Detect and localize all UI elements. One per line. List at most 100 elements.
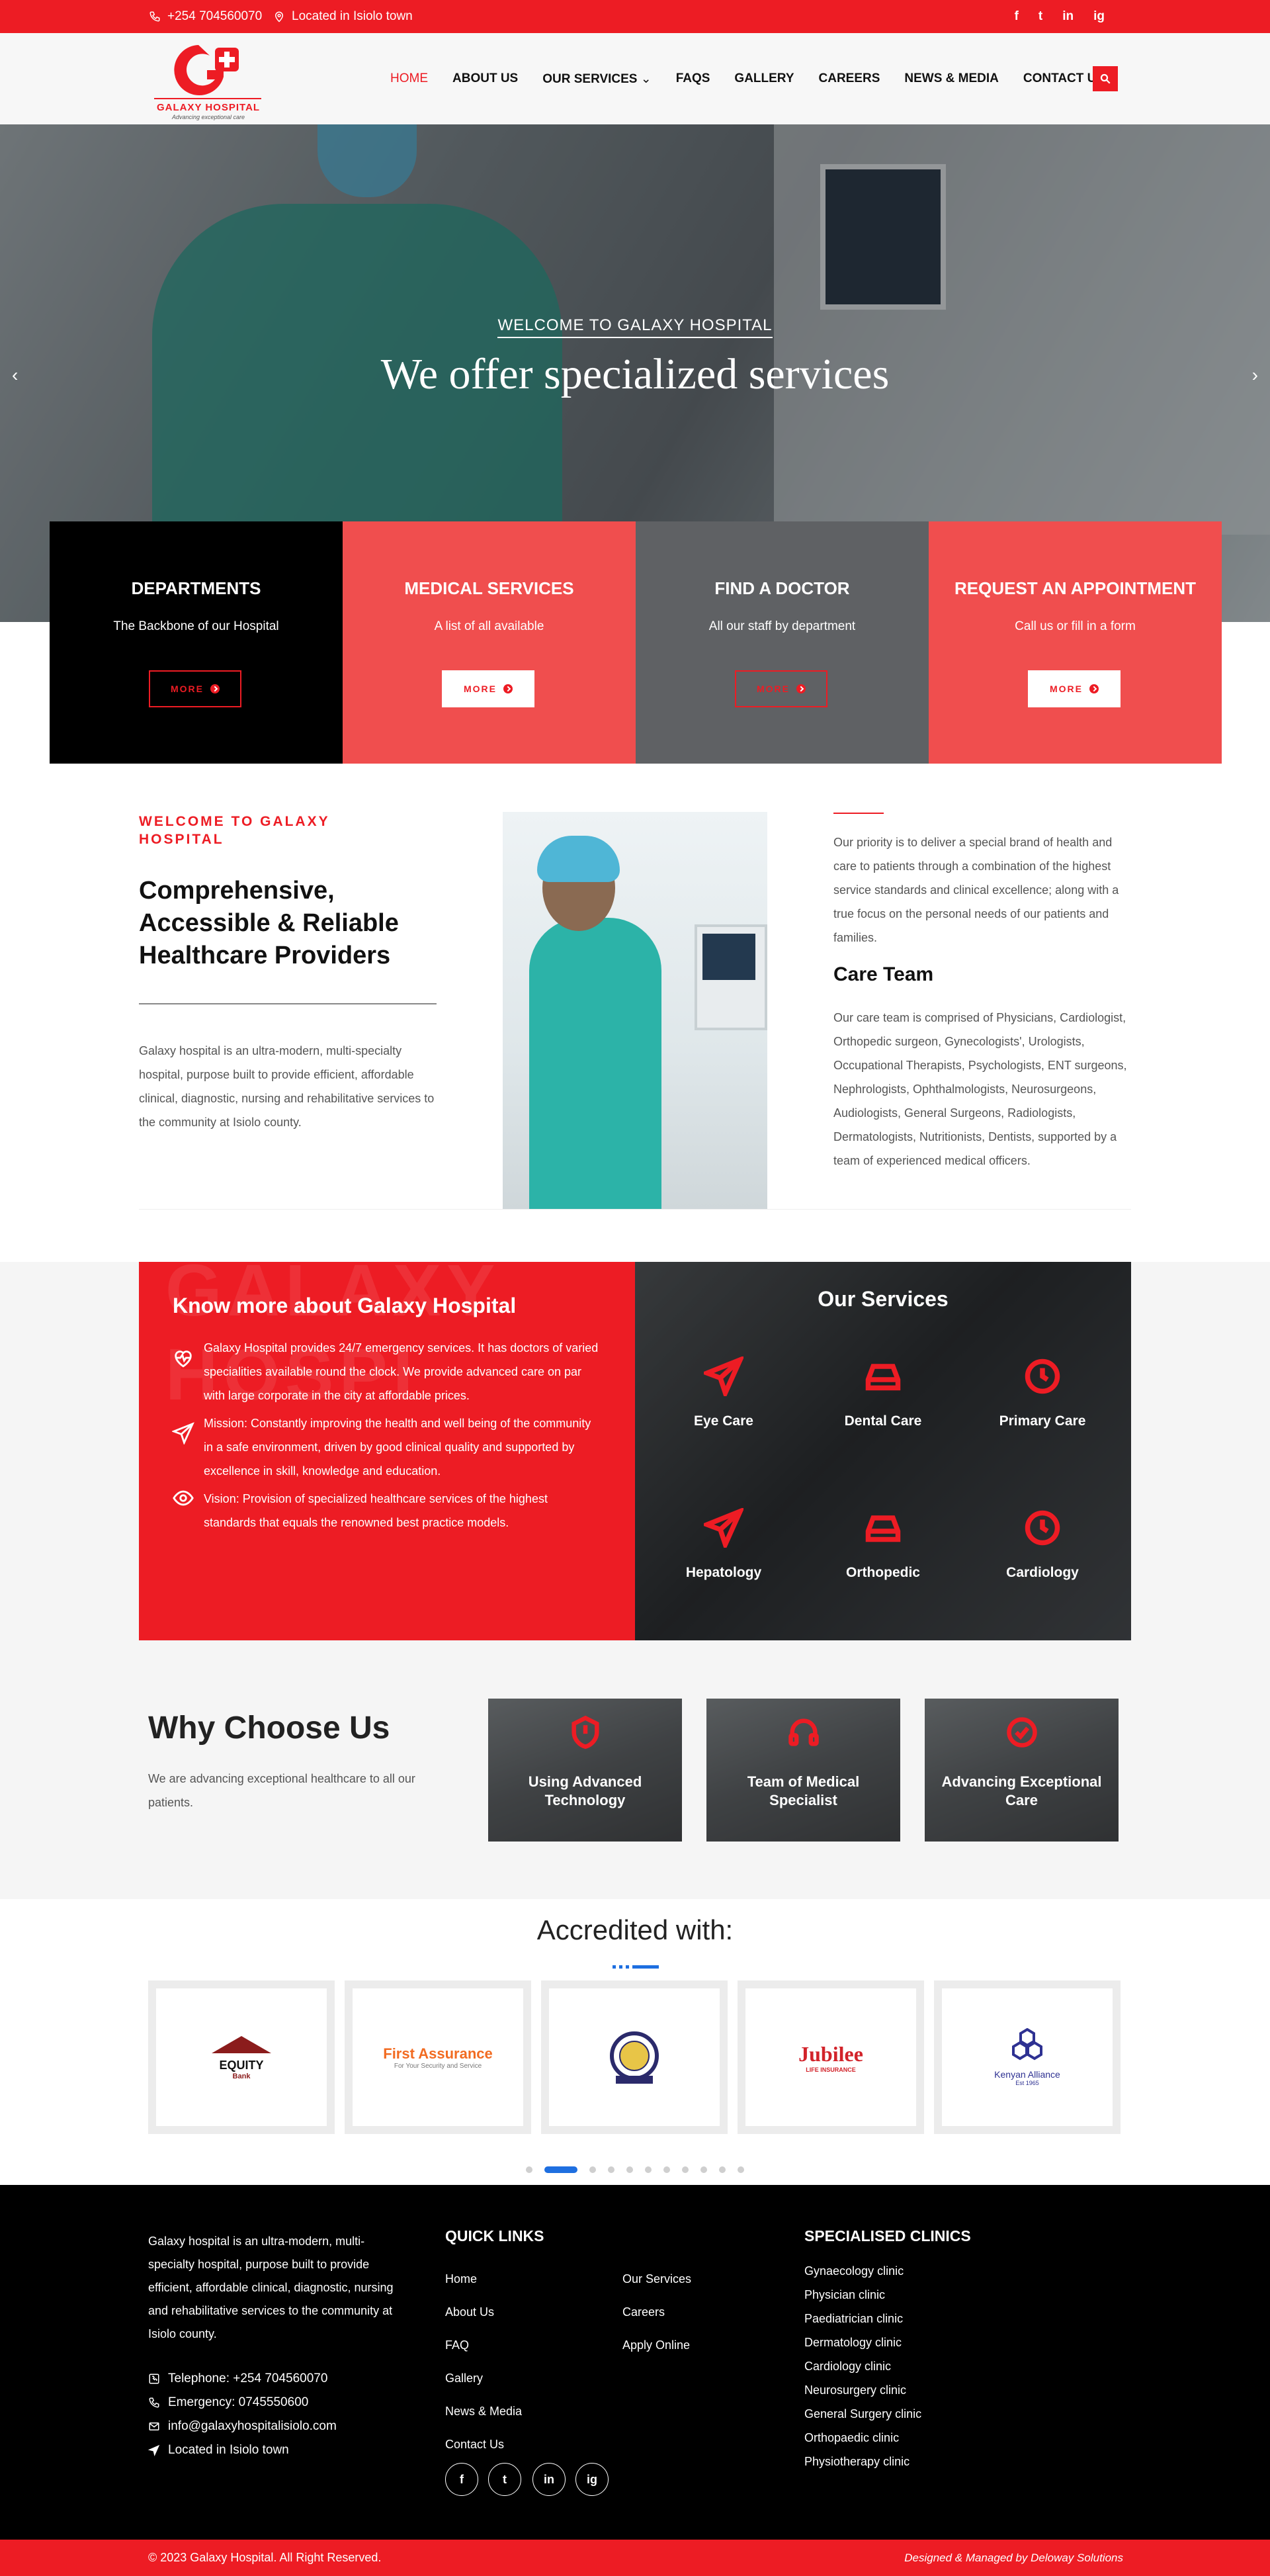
logo-name: Jubilee	[798, 2041, 863, 2066]
service-eye-care[interactable]: Eye Care	[651, 1356, 796, 1429]
footer-link-news[interactable]: News & Media	[445, 2405, 522, 2419]
image-cap	[537, 836, 620, 882]
feature-subtitle: The Backbone of our Hospital	[113, 619, 279, 633]
why-card-technology[interactable]: Using Advanced Technology	[488, 1699, 682, 1842]
footer-emergency-text: Emergency: 0745550600	[168, 2395, 309, 2409]
accreditation-card[interactable]	[541, 1980, 728, 2134]
top-bar: +254 704560070 Located in Isiolo town f …	[0, 0, 1270, 33]
footer-link-apply[interactable]: Apply Online	[622, 2338, 690, 2352]
nav-services[interactable]: OUR SERVICES ⌄	[542, 71, 651, 87]
carousel-dot[interactable]	[626, 2166, 633, 2173]
service-primary-care[interactable]: Primary Care	[970, 1356, 1115, 1429]
roof-icon	[212, 2035, 271, 2053]
clinic-link[interactable]: Physician clinic	[804, 2288, 885, 2302]
why-card-specialist[interactable]: Team of Medical Specialist	[706, 1699, 900, 1842]
more-label: MORE	[464, 684, 497, 694]
carousel-dot-active[interactable]	[544, 2166, 577, 2173]
service-cardiology[interactable]: Cardiology	[970, 1508, 1115, 1581]
nav-news[interactable]: NEWS & MEDIA	[904, 71, 999, 86]
footer-link-careers[interactable]: Careers	[622, 2305, 665, 2319]
instagram-icon[interactable]: ig	[1093, 9, 1105, 24]
top-location: Located in Isiolo town	[273, 0, 413, 33]
nav-about[interactable]: ABOUT US	[452, 71, 518, 86]
know-more-panel: GALAXY HOSPI Know more about Galaxy Hosp…	[139, 1262, 635, 1640]
service-dental-care[interactable]: Dental Care	[810, 1356, 956, 1429]
clinic-link[interactable]: Physiotherapy clinic	[804, 2455, 910, 2469]
twitter-icon[interactable]: t	[1038, 9, 1042, 24]
footer-telephone[interactable]: Telephone: +254 704560070	[148, 2372, 327, 2386]
slider-next-icon[interactable]: ›	[1252, 365, 1258, 386]
carousel-dot[interactable]	[608, 2166, 614, 2173]
accreditation-card[interactable]: First Assurance For Your Security and Se…	[345, 1980, 531, 2134]
logo-name: EQUITY	[219, 2058, 264, 2072]
nav-careers[interactable]: CAREERS	[819, 71, 880, 86]
clinic-link[interactable]: Cardiology clinic	[804, 2360, 891, 2374]
clinic-link[interactable]: General Surgery clinic	[804, 2407, 921, 2421]
clock-icon	[1025, 1358, 1060, 1394]
service-hepatology[interactable]: Hepatology	[651, 1508, 796, 1581]
feature-more-button[interactable]: MORE	[149, 670, 241, 707]
shield-icon	[572, 1715, 599, 1750]
clinic-link[interactable]: Dermatology clinic	[804, 2336, 902, 2350]
why-card-label: Using Advanced Technology	[528, 1773, 642, 1808]
heartbeat-icon	[172, 1336, 196, 1368]
copyright: © 2023 Galaxy Hospital. All Right Reserv…	[148, 2551, 382, 2564]
service-label: Dental Care	[844, 1413, 922, 1429]
logo-sub: Bank	[232, 2072, 251, 2080]
nav-faqs[interactable]: FAQS	[676, 71, 710, 86]
footer-telephone-text: Telephone: +254 704560070	[168, 2372, 328, 2385]
services-overlay	[635, 1262, 1131, 1640]
footer-location-text: Located in Isiolo town	[168, 2443, 289, 2457]
footer-link-faq[interactable]: FAQ	[445, 2338, 469, 2352]
carousel-dot[interactable]	[700, 2166, 707, 2173]
carousel-dot[interactable]	[738, 2166, 744, 2173]
clinic-link[interactable]: Orthopaedic clinic	[804, 2431, 899, 2445]
accreditation-card[interactable]: Jubilee LIFE INSURANCE	[738, 1980, 924, 2134]
footer-link-services[interactable]: Our Services	[622, 2272, 691, 2286]
twitter-icon[interactable]: t	[488, 2463, 521, 2496]
logo[interactable]: GALAXY HOSPITAL Advancing exceptional ca…	[149, 38, 268, 121]
footer-link-about[interactable]: About Us	[445, 2305, 494, 2319]
linkedin-icon[interactable]: in	[1062, 9, 1074, 24]
footer-link-contact[interactable]: Contact Us	[445, 2438, 504, 2452]
carousel-dot[interactable]	[526, 2166, 532, 2173]
feature-more-button[interactable]: MORE	[1028, 670, 1121, 707]
clinic-link[interactable]: Neurosurgery clinic	[804, 2383, 906, 2397]
search-button[interactable]	[1093, 66, 1118, 91]
carousel-dots	[0, 2166, 1270, 2173]
divider	[139, 1003, 437, 1004]
feature-title: FIND A DOCTOR	[714, 578, 850, 598]
carousel-dot[interactable]	[645, 2166, 652, 2173]
feature-more-button[interactable]: MORE	[442, 670, 534, 707]
carousel-dot[interactable]	[719, 2166, 726, 2173]
clinic-link[interactable]: Gynaecology clinic	[804, 2264, 904, 2278]
service-orthopedic[interactable]: Orthopedic	[810, 1508, 956, 1581]
more-label: MORE	[757, 684, 790, 694]
instagram-icon[interactable]: ig	[575, 2463, 609, 2496]
clinic-link[interactable]: Paediatrician clinic	[804, 2312, 903, 2326]
facebook-icon[interactable]: f	[1015, 9, 1019, 24]
facebook-icon[interactable]: f	[445, 2463, 478, 2496]
know-item: Galaxy Hospital provides 24/7 emergency …	[172, 1336, 602, 1407]
footer-email[interactable]: info@galaxyhospitalisiolo.com	[148, 2419, 337, 2434]
designer-credit[interactable]: Designed & Managed by Deloway Solutions	[904, 2540, 1123, 2576]
nav-gallery[interactable]: GALLERY	[734, 71, 794, 86]
slider-prev-icon[interactable]: ‹	[12, 365, 18, 386]
carousel-dot[interactable]	[663, 2166, 670, 2173]
top-phone[interactable]: +254 704560070	[149, 0, 262, 33]
footer-emergency[interactable]: Emergency: 0745550600	[148, 2395, 308, 2410]
equity-logo: EQUITY Bank	[208, 2035, 275, 2080]
feature-more-button[interactable]: MORE	[735, 670, 827, 707]
why-title: Why Choose Us	[148, 1710, 390, 1746]
check-circle-icon	[1007, 1717, 1037, 1748]
footer-link-home[interactable]: Home	[445, 2272, 477, 2286]
linkedin-icon[interactable]: in	[532, 2463, 566, 2496]
carousel-dot[interactable]	[589, 2166, 596, 2173]
carousel-dot[interactable]	[682, 2166, 689, 2173]
footer-link-gallery[interactable]: Gallery	[445, 2372, 483, 2385]
accreditation-card[interactable]: Kenyan Alliance Est 1965	[934, 1980, 1121, 2134]
why-card-exceptional-care[interactable]: Advancing Exceptional Care	[925, 1699, 1119, 1842]
tray-icon	[865, 1364, 901, 1391]
accreditation-card[interactable]: EQUITY Bank	[148, 1980, 335, 2134]
nav-home[interactable]: HOME	[390, 71, 428, 86]
